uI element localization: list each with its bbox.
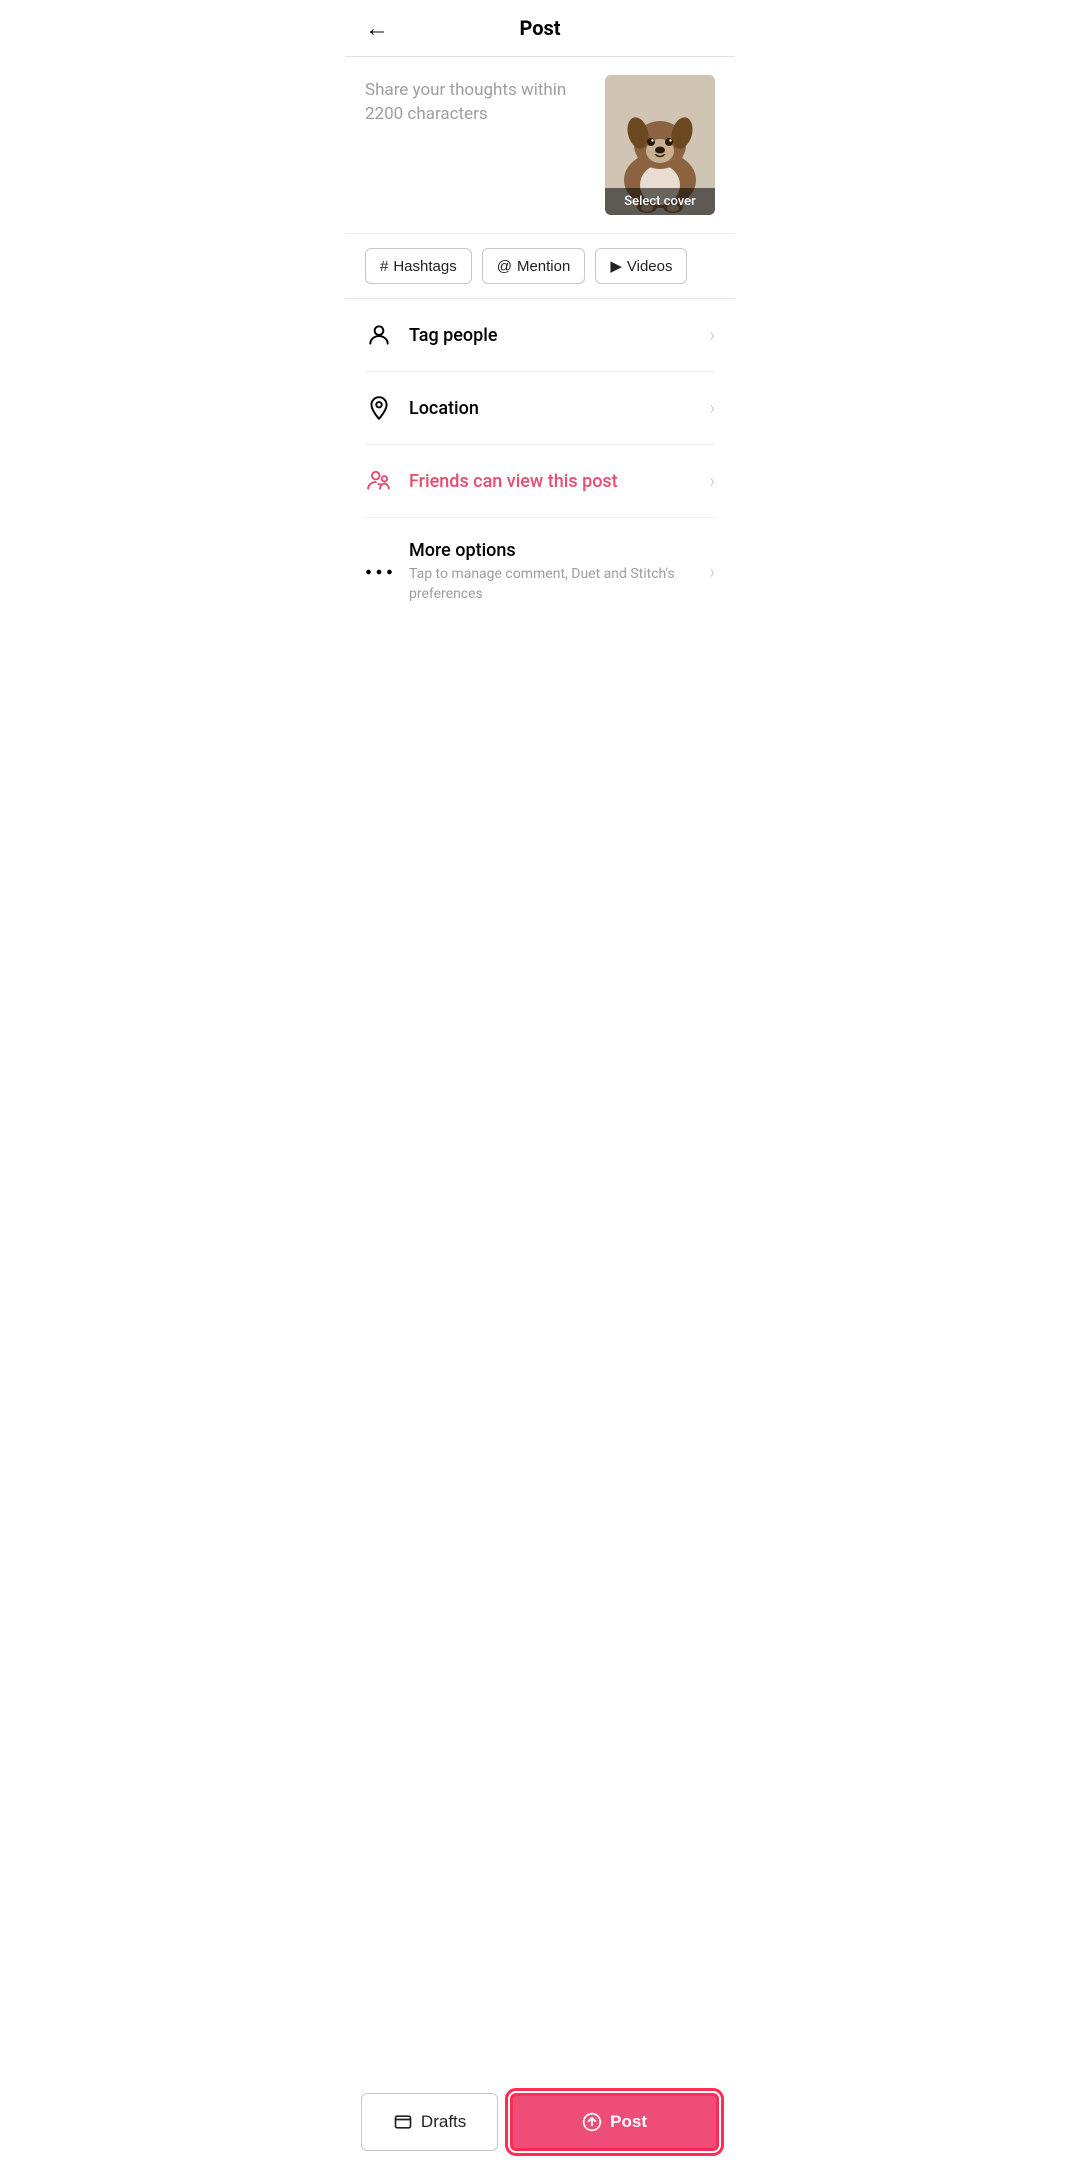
mention-icon: @ (497, 258, 512, 275)
friends-icon (365, 467, 393, 495)
dots-icon (365, 558, 393, 586)
more-options-label: More options (409, 540, 694, 561)
hashtags-label: Hashtags (393, 258, 456, 275)
drafts-button[interactable]: Drafts (361, 2093, 498, 2151)
more-options-content: More options Tap to manage comment, Duet… (409, 540, 694, 604)
caption-input[interactable]: Share your thoughts within 2200 characte… (365, 75, 589, 215)
drafts-icon (393, 2112, 413, 2132)
person-icon (365, 321, 393, 349)
mention-button[interactable]: @ Mention (482, 248, 586, 284)
tag-people-label: Tag people (409, 325, 694, 346)
play-icon: ▶ (610, 257, 622, 275)
videos-label: Videos (627, 258, 673, 275)
upload-icon (582, 2112, 602, 2132)
location-content: Location (409, 398, 694, 419)
videos-button[interactable]: ▶ Videos (595, 248, 687, 284)
menu-section: Tag people › Location › Frien (345, 299, 735, 626)
post-label: Post (610, 2112, 647, 2132)
bottom-bar: Drafts Post (345, 2081, 735, 2175)
location-label: Location (409, 398, 694, 419)
hashtag-icon: # (380, 258, 388, 275)
tag-people-item[interactable]: Tag people › (365, 299, 715, 372)
chevron-right-icon: › (710, 325, 715, 346)
header: ← Post (345, 0, 735, 57)
back-button[interactable]: ← (365, 14, 389, 43)
chevron-right-icon: › (710, 562, 715, 583)
more-options-item[interactable]: More options Tap to manage comment, Duet… (365, 518, 715, 626)
more-options-sublabel: Tap to manage comment, Duet and Stitch's… (409, 565, 694, 604)
privacy-label: Friends can view this post (409, 471, 694, 492)
chevron-right-icon: › (710, 471, 715, 492)
drafts-label: Drafts (421, 2112, 466, 2132)
caption-area: Share your thoughts within 2200 characte… (345, 57, 735, 234)
location-item[interactable]: Location › (365, 372, 715, 445)
tags-row: # Hashtags @ Mention ▶ Videos (345, 234, 735, 299)
privacy-item[interactable]: Friends can view this post › (365, 445, 715, 518)
cover-thumbnail[interactable]: Select cover (605, 75, 715, 215)
privacy-content: Friends can view this post (409, 471, 694, 492)
tag-people-content: Tag people (409, 325, 694, 346)
chevron-right-icon: › (710, 398, 715, 419)
location-icon (365, 394, 393, 422)
mention-label: Mention (517, 258, 570, 275)
page-title: Post (365, 16, 715, 40)
select-cover-label[interactable]: Select cover (605, 188, 715, 215)
hashtags-button[interactable]: # Hashtags (365, 248, 472, 284)
post-button[interactable]: Post (510, 2093, 719, 2151)
